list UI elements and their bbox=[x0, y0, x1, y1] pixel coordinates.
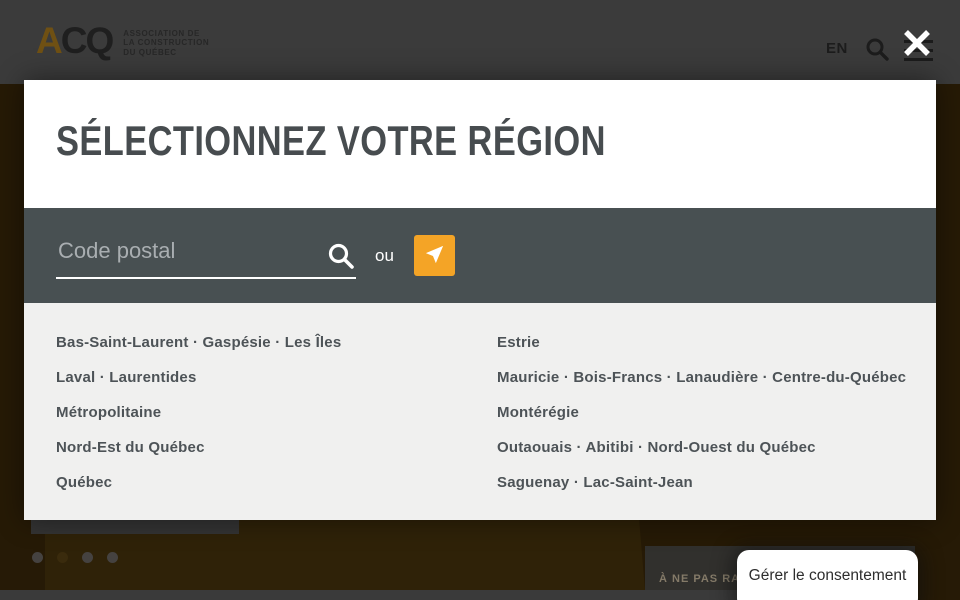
region-link[interactable]: Bas-Saint-Laurent · Gaspésie · Les Îles bbox=[56, 325, 497, 360]
carousel-dots bbox=[32, 552, 118, 563]
consent-label: Gérer le consentement bbox=[749, 567, 907, 584]
screen: ACQ ASSOCIATION DE LA CONSTRUCTION DU QU… bbox=[0, 0, 960, 600]
acq-logo-acronym: ACQ bbox=[36, 22, 112, 60]
site-header: ACQ ASSOCIATION DE LA CONSTRUCTION DU QU… bbox=[0, 0, 960, 84]
dont-miss-label: À NE PAS RA bbox=[659, 573, 740, 585]
wordmark-line: LA CONSTRUCTION bbox=[123, 38, 209, 48]
region-column-left: Bas-Saint-Laurent · Gaspésie · Les Îles … bbox=[56, 325, 497, 520]
region-link[interactable]: Laval · Laurentides bbox=[56, 360, 497, 395]
carousel-dot bbox=[107, 552, 118, 563]
modal-title: SÉLECTIONNEZ VOTRE RÉGION bbox=[56, 117, 778, 165]
region-column-right: Estrie Mauricie · Bois-Francs · Lanaudiè… bbox=[497, 325, 906, 520]
modal-title-section: SÉLECTIONNEZ VOTRE RÉGION bbox=[24, 80, 936, 208]
close-icon[interactable] bbox=[901, 29, 933, 59]
region-link[interactable]: Nord-Est du Québec bbox=[56, 430, 497, 465]
carousel-dot-active bbox=[57, 552, 68, 563]
acq-logo: ACQ ASSOCIATION DE LA CONSTRUCTION DU QU… bbox=[36, 22, 209, 60]
postal-code-input[interactable] bbox=[56, 233, 356, 277]
postal-search-band: ou bbox=[24, 208, 936, 303]
wordmark-line: DU QUÉBEC bbox=[123, 48, 209, 58]
postal-code-field-wrap bbox=[56, 233, 356, 279]
region-link[interactable]: Saguenay · Lac-Saint-Jean bbox=[497, 465, 906, 500]
region-link[interactable]: Montérégie bbox=[497, 395, 906, 430]
region-link[interactable]: Québec bbox=[56, 465, 497, 500]
region-list: Bas-Saint-Laurent · Gaspésie · Les Îles … bbox=[24, 303, 936, 520]
region-link[interactable]: Mauricie · Bois-Francs · Lanaudière · Ce… bbox=[497, 360, 906, 395]
carousel-dot bbox=[32, 552, 43, 563]
language-toggle[interactable]: EN bbox=[826, 40, 848, 57]
region-link[interactable]: Métropolitaine bbox=[56, 395, 497, 430]
or-label: ou bbox=[375, 246, 394, 266]
acq-logo-wordmark: ASSOCIATION DE LA CONSTRUCTION DU QUÉBEC bbox=[123, 25, 209, 58]
region-link[interactable]: Outaouais · Abitibi · Nord-Ouest du Québ… bbox=[497, 430, 906, 465]
location-arrow-icon bbox=[423, 243, 446, 269]
region-select-modal: SÉLECTIONNEZ VOTRE RÉGION ou bbox=[24, 80, 936, 520]
wordmark-line: ASSOCIATION DE bbox=[123, 29, 209, 39]
consent-popup[interactable]: Gérer le consentement bbox=[737, 550, 918, 600]
region-link[interactable]: Estrie bbox=[497, 325, 906, 360]
hero-cta-button bbox=[31, 520, 239, 534]
postal-search-icon[interactable] bbox=[328, 243, 354, 269]
header-search-icon[interactable] bbox=[865, 37, 889, 61]
geolocate-button[interactable] bbox=[414, 235, 455, 276]
carousel-dot bbox=[82, 552, 93, 563]
